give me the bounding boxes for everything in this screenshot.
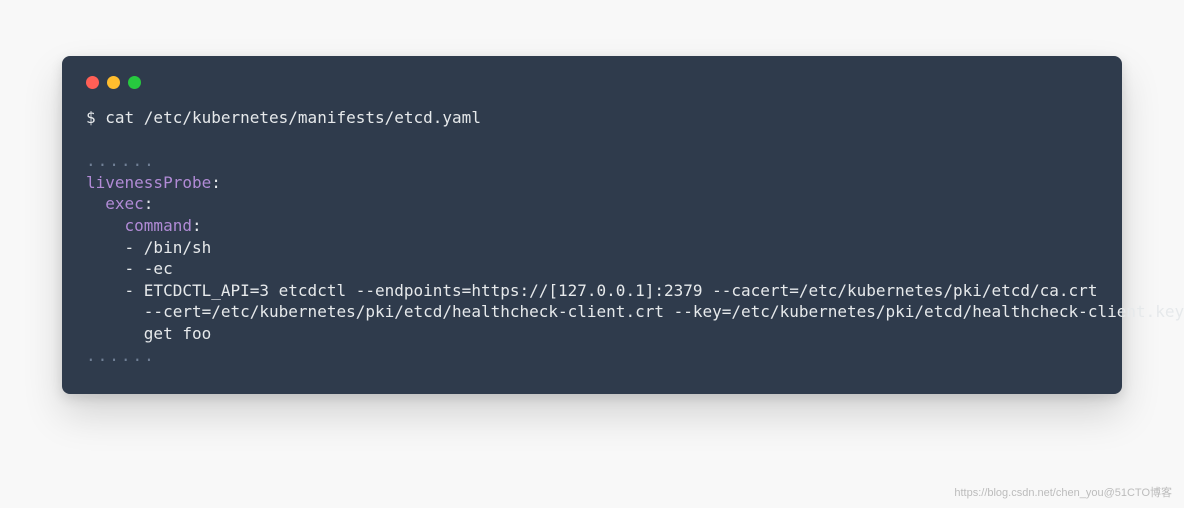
dash: - xyxy=(125,259,144,278)
minimize-icon[interactable] xyxy=(107,76,120,89)
cmd-sh: /bin/sh xyxy=(144,238,211,257)
command: cat /etc/kubernetes/manifests/etcd.yaml xyxy=(105,108,481,127)
terminal-content: $ cat /etc/kubernetes/manifests/etcd.yam… xyxy=(86,107,1098,366)
ellipsis-bottom: ...... xyxy=(86,346,156,365)
zoom-icon[interactable] xyxy=(128,76,141,89)
prompt: $ xyxy=(86,108,105,127)
dash: - xyxy=(125,238,144,257)
cmd-ec: -ec xyxy=(144,259,173,278)
cmd-cert: --cert=/etc/kubernetes/pki/etcd/healthch… xyxy=(86,302,1184,321)
watermark: https://blog.csdn.net/chen_you@51CTO博客 xyxy=(954,484,1172,500)
ellipsis-top: ...... xyxy=(86,151,156,170)
cmd-etcd: ETCDCTL_API=3 etcdctl --endpoints=https:… xyxy=(144,281,1098,300)
yaml-key-exec: exec xyxy=(105,194,144,213)
dash: - xyxy=(125,281,144,300)
colon: : xyxy=(211,173,221,192)
colon: : xyxy=(192,216,202,235)
cmd-get: get foo xyxy=(86,324,211,343)
close-icon[interactable] xyxy=(86,76,99,89)
window-controls xyxy=(86,76,1098,89)
yaml-key-command: command xyxy=(125,216,192,235)
colon: : xyxy=(144,194,154,213)
terminal-window: $ cat /etc/kubernetes/manifests/etcd.yam… xyxy=(62,56,1122,394)
yaml-key-livenessprobe: livenessProbe xyxy=(86,173,211,192)
